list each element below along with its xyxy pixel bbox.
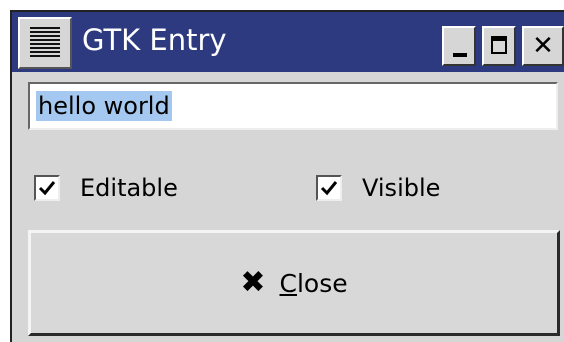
maximize-button[interactable] (482, 26, 516, 66)
window-close-button[interactable]: ✕ (522, 26, 564, 66)
close-mnemonic: C (279, 268, 297, 298)
entry-value: hello world (36, 91, 172, 121)
close-icon: ✖ (240, 265, 266, 300)
window-title: GTK Entry (82, 23, 227, 57)
close-icon: ✕ (532, 31, 554, 61)
menu-icon (30, 27, 60, 59)
window-menu-button[interactable] (18, 17, 72, 69)
minimize-button[interactable] (442, 26, 476, 66)
maximize-icon (491, 36, 507, 54)
minimize-icon (453, 53, 467, 57)
editable-checkbox-box[interactable] (34, 175, 60, 201)
app-window: GTK Entry ✕ hello world Editable Visible (10, 10, 564, 342)
close-button-label: Close (280, 269, 348, 298)
editable-checkbox[interactable]: Editable (34, 170, 178, 206)
checkmark-icon (320, 181, 338, 196)
close-label-rest: lose (296, 268, 348, 298)
visible-label: Visible (362, 174, 441, 202)
text-entry[interactable]: hello world (28, 82, 558, 130)
visible-checkbox[interactable]: Visible (316, 170, 440, 206)
title-bar[interactable]: GTK Entry ✕ (12, 12, 564, 72)
editable-label: Editable (80, 174, 178, 202)
close-button[interactable]: ✖ Close (28, 230, 560, 336)
checkmark-icon (38, 181, 56, 196)
visible-checkbox-box[interactable] (316, 175, 342, 201)
